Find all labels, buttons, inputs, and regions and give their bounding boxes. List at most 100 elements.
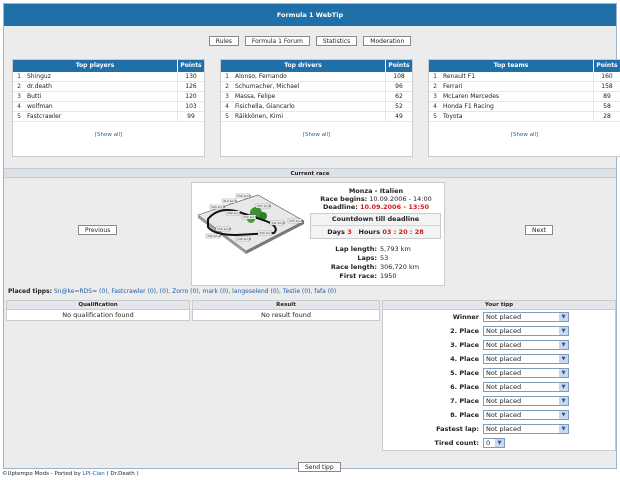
table-row: 5 Fastcrawler 99 [13, 112, 204, 122]
points-header: Points [593, 60, 620, 72]
show-all-drivers-link[interactable]: [Show all] [221, 130, 412, 141]
speed-label: 320 km/h [289, 219, 303, 223]
show-all-teams-link[interactable]: [Show all] [429, 130, 620, 141]
tipp-row-winner: Winner Not placed ▼ [383, 310, 615, 324]
tipp-row-tired-count: Tired count: 0 ▼ [383, 436, 615, 450]
table-row: 2 dr.death 126 [13, 82, 204, 92]
track-map-image: 330 km/h 310 km/h 305 km/h 320 km/h 280 … [197, 193, 305, 254]
countdown-title: Countdown till deadline [311, 214, 440, 226]
place-2-select[interactable]: Not placed ▼ [483, 326, 569, 336]
placed-tipps-label: Placed tipps: [8, 288, 52, 295]
chevron-down-icon: ▼ [559, 313, 568, 321]
race-begins: Race begins: 10.09.2006 - 14:00 [320, 195, 432, 203]
place-8-select[interactable]: Not placed ▼ [483, 410, 569, 420]
table-row: 2 Ferrari 158 [429, 82, 620, 92]
table-row: 1 Shinguz 130 [13, 72, 204, 82]
tipp-row-place-4: 4. Place Not placed ▼ [383, 352, 615, 366]
your-tipp-header: Your tipp [382, 300, 616, 310]
chevron-down-icon: ▼ [559, 411, 568, 419]
winner-select[interactable]: Not placed ▼ [483, 312, 569, 322]
tired-count-select[interactable]: 0 ▼ [483, 438, 505, 448]
speed-label: 240 km/h [237, 237, 251, 241]
countdown-values: Days 3 Hours 03 : 20 : 28 [327, 228, 424, 236]
speed-label: 320 km/h [211, 205, 225, 209]
chevron-down-icon: ▼ [559, 355, 568, 363]
place-5-select[interactable]: Not placed ▼ [483, 368, 569, 378]
moderation-button[interactable]: Moderation [363, 36, 412, 46]
chevron-down-icon: ▼ [559, 341, 568, 349]
table-row: 4 Fisichella, Giancarlo 52 [221, 102, 412, 112]
previous-button[interactable]: Previous [78, 225, 118, 235]
result-column: Result No result found [192, 300, 380, 321]
lpi-clan-link[interactable]: LPI-Clan [83, 471, 105, 477]
footer: ©Uptempo Mods - Ported by LPI-Clan ( Dr.… [2, 471, 139, 477]
placed-tipps: Placed tipps: Sn@ke=RDS= (0), Fastcrawle… [8, 288, 336, 296]
fastest-lap-select[interactable]: Not placed ▼ [483, 424, 569, 434]
player-link[interactable]: dr.death [25, 82, 177, 91]
countdown-days: 3 [347, 228, 352, 236]
points-header: Points [177, 60, 204, 72]
send-tipp-button[interactable]: Send tipp [298, 462, 341, 472]
speed-label: 310 km/h [223, 199, 237, 203]
qualification-header: Qualification [6, 300, 190, 310]
top-teams-panel: Top teams Points 1 Renault F1 160 2 Ferrari… [428, 59, 620, 157]
chevron-down-icon: ▼ [559, 327, 568, 335]
tipp-row-place-8: 8. Place Not placed ▼ [383, 408, 615, 422]
speed-label: 280 km/h [227, 211, 241, 215]
player-link[interactable]: Shinguz [25, 72, 177, 81]
place-6-select[interactable]: Not placed ▼ [483, 382, 569, 392]
table-row: 3 Butti 120 [13, 92, 204, 102]
result-header: Result [192, 300, 380, 310]
rules-button[interactable]: Rules [208, 36, 239, 46]
statistics-button[interactable]: Statistics [315, 36, 358, 46]
chevron-down-icon: ▼ [559, 425, 568, 433]
table-row: 3 Massa, Felipe 62 [221, 92, 412, 102]
top-drivers-panel: Top drivers Points 1 Alonso, Fernando 108 … [220, 59, 413, 157]
chevron-down-icon: ▼ [559, 369, 568, 377]
speed-label: 305 km/h [257, 204, 271, 208]
qualification-value: No qualification found [6, 310, 190, 321]
place-7-select[interactable]: Not placed ▼ [483, 396, 569, 406]
speed-label: 330 km/h [259, 231, 273, 235]
tipp-row-place-7: 7. Place Not placed ▼ [383, 394, 615, 408]
table-row: 5 Räikkönen, Kimi 49 [221, 112, 412, 122]
place-3-select[interactable]: Not placed ▼ [483, 340, 569, 350]
points-header: Points [385, 60, 412, 72]
countdown-box: Countdown till deadline Days 3 Hours 03 … [310, 213, 441, 239]
top-players-header: Top players [13, 60, 177, 72]
page-title: Formula 1 WebTip [4, 4, 616, 26]
player-link[interactable]: Fastcrawler [25, 112, 177, 121]
top-teams-header: Top teams [429, 60, 593, 72]
tipp-row-place-6: 6. Place Not placed ▼ [383, 380, 615, 394]
speed-label: 330 km/h [237, 194, 251, 198]
player-link[interactable]: Butti [25, 92, 177, 101]
speed-label: 150 km/h [217, 227, 231, 231]
show-all-players-link[interactable]: [Show all] [13, 130, 204, 141]
tipp-row-place-5: 5. Place Not placed ▼ [383, 366, 615, 380]
tipp-row-place-2: 2. Place Not placed ▼ [383, 324, 615, 338]
tipp-row-place-3: 3. Place Not placed ▼ [383, 338, 615, 352]
speed-label: 330 km/h [243, 215, 257, 219]
top-drivers-header: Top drivers [221, 60, 385, 72]
race-name: Monza - Italien [348, 187, 404, 195]
placed-tipps-users[interactable]: Sn@ke=RDS= (0), Fastcrawler (0), (0), Zo… [54, 288, 336, 295]
chevron-down-icon: ▼ [495, 439, 504, 447]
your-tipp-column: Your tipp Winner Not placed ▼ 2. Place Not … [382, 300, 616, 451]
nav-buttons: Rules Formula 1 Forum Statistics Moderat… [4, 36, 616, 46]
table-row: 4 wolfman 103 [13, 102, 204, 112]
current-race-box: 330 km/h 310 km/h 305 km/h 320 km/h 280 … [191, 182, 445, 286]
forum-button[interactable]: Formula 1 Forum [244, 36, 310, 46]
race-deadline: Deadline: 10.09.2006 - 13:50 [322, 203, 430, 211]
player-link[interactable]: wolfman [25, 102, 177, 111]
next-button[interactable]: Next [525, 225, 553, 235]
result-value: No result found [192, 310, 380, 321]
qualification-column: Qualification No qualification found [6, 300, 190, 321]
place-4-select[interactable]: Not placed ▼ [483, 354, 569, 364]
race-stats: Lap length: 5,793 km Laps: 53 Race length:… [330, 245, 420, 280]
table-row: 2 Schumacher, Michael 96 [221, 82, 412, 92]
speed-label: 342 km/h [271, 221, 285, 225]
table-row: 4 Honda F1 Racing 58 [429, 102, 620, 112]
webtip-frame: Formula 1 WebTip Rules Formula 1 Forum S… [3, 3, 620, 472]
top-players-panel: Top players Points 1 Shinguz 130 2 dr.death… [12, 59, 205, 157]
chevron-down-icon: ▼ [559, 397, 568, 405]
